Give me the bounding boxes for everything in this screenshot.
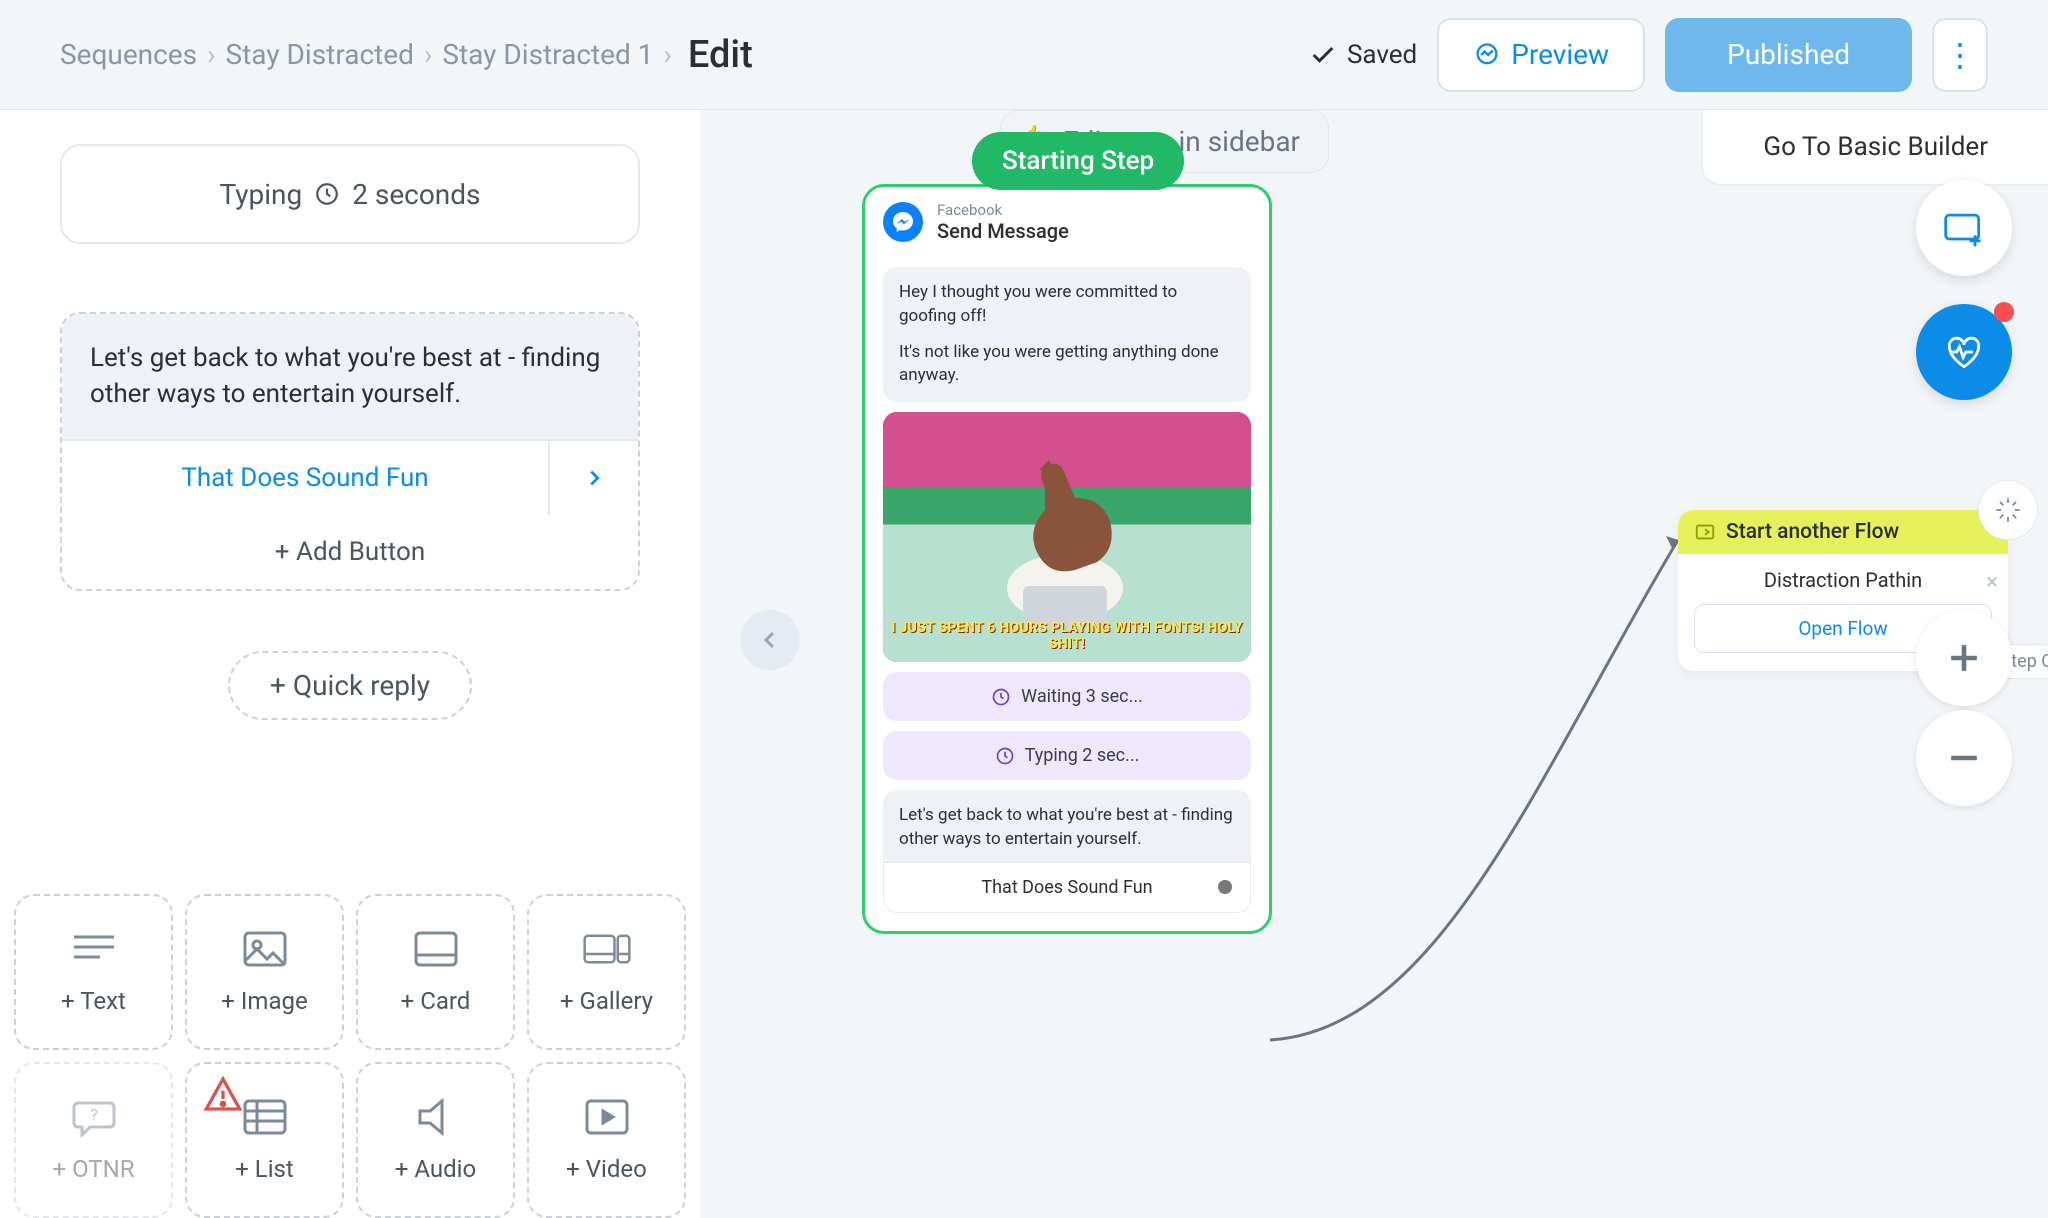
message-bubble[interactable]: Hey I thought you were committed to goof… (883, 267, 1251, 402)
gif-caption: I JUST SPENT 6 HOURS PLAYING WITH FONTS!… (883, 620, 1251, 652)
list-icon (241, 1097, 289, 1137)
audio-icon (412, 1097, 460, 1137)
add-button[interactable]: + Add Button (62, 515, 638, 589)
message-block[interactable]: Let's get back to what you're best at - … (60, 312, 640, 591)
add-text-button[interactable]: + Text (14, 894, 173, 1050)
connector-line (1260, 490, 1700, 1050)
plus-icon (1942, 636, 1986, 680)
typing-pill[interactable]: Typing 2 sec... (883, 731, 1251, 780)
node-header: Facebook Send Message (865, 187, 1269, 257)
gallery-icon (583, 929, 631, 969)
add-list-button[interactable]: + List (185, 1062, 344, 1218)
node-platform: Facebook (937, 201, 1069, 219)
saved-status: Saved (1309, 40, 1417, 70)
preview-button[interactable]: Preview (1437, 18, 1645, 92)
flow-node[interactable]: Facebook Send Message Hey I thought you … (862, 184, 1272, 934)
node-header-text: Facebook Send Message (937, 201, 1069, 243)
header: Sequences › Stay Distracted › Stay Distr… (0, 0, 2048, 110)
final-button[interactable]: That Does Sound Fun (883, 862, 1251, 913)
canvas[interactable]: Go To Basic Builder Edit step in sidebar… (700, 110, 2048, 1218)
typing-label: Typing (220, 178, 303, 211)
messenger-icon (883, 202, 923, 242)
card-plus-icon (1942, 206, 1986, 250)
minus-icon (1942, 736, 1986, 780)
page-title: Edit (688, 33, 753, 77)
add-gallery-button[interactable]: + Gallery (527, 894, 686, 1050)
starting-step-badge: Starting Step (972, 132, 1184, 190)
breadcrumb-level2[interactable]: Stay Distracted 1 (442, 38, 653, 71)
clock-icon (991, 687, 1011, 707)
chevron-right-icon: › (663, 38, 671, 71)
clock-icon (314, 181, 340, 207)
connector-dot-icon[interactable] (1218, 880, 1232, 894)
messenger-icon (1473, 41, 1501, 69)
flow-icon (1694, 521, 1716, 543)
message-button[interactable]: That Does Sound Fun (62, 441, 548, 515)
add-video-button[interactable]: + Video (527, 1062, 686, 1218)
flow-title: Distraction Pathin (1694, 568, 1992, 592)
more-dots-icon: ⋮ (1944, 36, 1976, 74)
video-icon (583, 1097, 631, 1137)
breadcrumb: Sequences › Stay Distracted › Stay Distr… (60, 33, 753, 77)
chevron-left-icon (758, 628, 782, 652)
sparkle-icon (1994, 496, 2022, 524)
preview-label: Preview (1511, 38, 1609, 71)
chevron-right-icon (583, 467, 605, 489)
button-row: That Does Sound Fun (62, 439, 638, 515)
breadcrumb-root[interactable]: Sequences (60, 38, 197, 71)
add-card-fab[interactable] (1916, 180, 2012, 276)
horse-character-icon (975, 458, 1155, 628)
quick-reply-wrap: + Quick reply (60, 651, 640, 720)
zoom-in-button[interactable] (1916, 610, 2012, 706)
typing-duration: 2 seconds (352, 178, 480, 211)
goto-basic-button[interactable]: Go To Basic Builder (1701, 110, 2048, 186)
image-icon (241, 929, 289, 969)
clock-icon (995, 746, 1015, 766)
close-icon[interactable]: × (1986, 570, 1998, 595)
chat-question-icon: ? (70, 1097, 118, 1137)
message-text[interactable]: Let's get back to what you're best at - … (62, 314, 638, 439)
notification-badge (1994, 302, 2014, 322)
warning-icon (199, 1074, 247, 1120)
card-icon (412, 929, 460, 969)
collapse-sidebar-button[interactable] (740, 610, 800, 670)
add-image-button[interactable]: + Image (185, 894, 344, 1050)
node-title: Send Message (937, 219, 1069, 243)
typing-delay-block[interactable]: Typing 2 seconds (60, 144, 640, 244)
gif-preview[interactable]: I JUST SPENT 6 HOURS PLAYING WITH FONTS!… (883, 412, 1251, 662)
breadcrumb-level1[interactable]: Stay Distracted (226, 38, 414, 71)
more-button[interactable]: ⋮ (1932, 18, 1988, 92)
heartbeat-icon (1942, 330, 1986, 374)
zoom-out-button[interactable] (1916, 710, 2012, 806)
health-fab[interactable] (1916, 304, 2012, 400)
content-type-grid: + Text + Image + Card + Gallery ? + OTNR… (0, 894, 700, 1218)
chevron-right-icon: › (207, 38, 215, 71)
waiting-pill[interactable]: Waiting 3 sec... (883, 672, 1251, 721)
published-button[interactable]: Published (1665, 18, 1912, 92)
text-icon (70, 929, 118, 969)
svg-text:?: ? (90, 1105, 98, 1124)
add-audio-button[interactable]: + Audio (356, 1062, 515, 1218)
header-actions: Saved Preview Published ⋮ (1309, 18, 1988, 92)
add-card-button[interactable]: + Card (356, 894, 515, 1050)
final-message[interactable]: Let's get back to what you're best at - … (883, 790, 1251, 862)
flow-card-header: Start another Flow (1678, 510, 2008, 554)
chevron-right-icon: › (424, 38, 432, 71)
quick-reply-button[interactable]: + Quick reply (228, 651, 472, 720)
wand-button[interactable] (1978, 480, 2038, 540)
add-otnr-button[interactable]: ? + OTNR (14, 1062, 173, 1218)
published-label: Published (1727, 38, 1850, 71)
check-icon (1309, 41, 1337, 69)
saved-label: Saved (1347, 40, 1417, 70)
button-arrow[interactable] (548, 441, 638, 515)
